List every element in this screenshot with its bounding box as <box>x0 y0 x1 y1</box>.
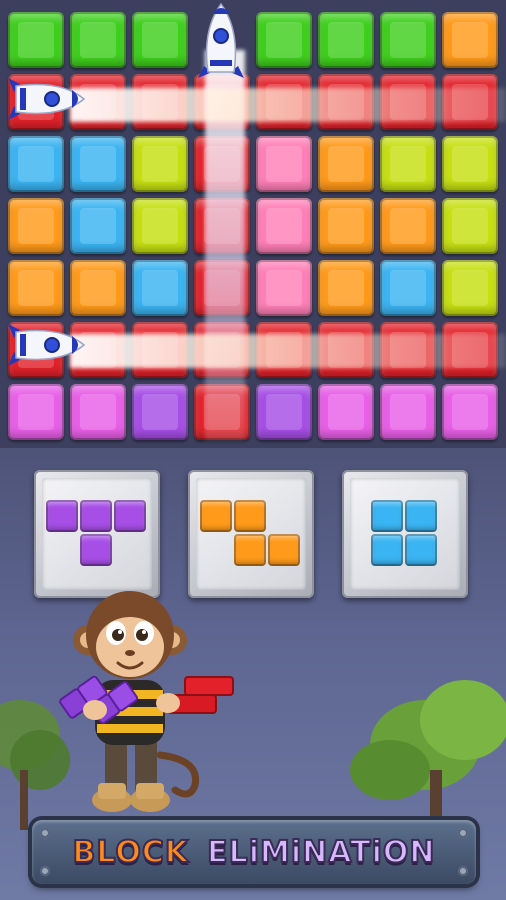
board-cell[interactable] <box>132 384 188 440</box>
board-cell[interactable] <box>194 322 250 378</box>
piece-t-purple-cell[interactable] <box>46 500 78 532</box>
piece-slot-3[interactable] <box>342 470 468 598</box>
bolt-icon <box>40 828 50 838</box>
board-cell[interactable] <box>380 12 436 68</box>
board-cell[interactable] <box>442 12 498 68</box>
board-cell[interactable] <box>8 198 64 254</box>
board-cell[interactable] <box>8 12 64 68</box>
board-cell[interactable] <box>132 136 188 192</box>
rocket-column-4 <box>198 2 244 78</box>
rocket-row-6 <box>8 324 86 366</box>
bolt-icon <box>458 828 468 838</box>
game-board[interactable] <box>0 0 506 448</box>
board-cell[interactable] <box>132 74 188 130</box>
piece-t-purple-cell[interactable] <box>114 500 146 532</box>
board-cell[interactable] <box>318 136 374 192</box>
board-cell[interactable] <box>256 260 312 316</box>
board-cell[interactable] <box>318 260 374 316</box>
board-cell[interactable] <box>256 74 312 130</box>
piece-square-blue-cell[interactable] <box>371 534 403 566</box>
board-cell[interactable] <box>194 384 250 440</box>
board-cell[interactable] <box>194 260 250 316</box>
board-cell[interactable] <box>318 12 374 68</box>
board-cell[interactable] <box>442 322 498 378</box>
piece-square-blue-cell[interactable] <box>405 500 437 532</box>
board-cell[interactable] <box>442 260 498 316</box>
board-cell[interactable] <box>70 198 126 254</box>
piece-z-orange-cell[interactable] <box>234 534 266 566</box>
board-cell[interactable] <box>8 260 64 316</box>
board-cell[interactable] <box>442 198 498 254</box>
board-cell[interactable] <box>380 136 436 192</box>
board-cell[interactable] <box>380 260 436 316</box>
board-cell[interactable] <box>256 198 312 254</box>
piece-z-orange-cell[interactable] <box>200 500 232 532</box>
board-cell[interactable] <box>380 198 436 254</box>
board-cell[interactable] <box>256 136 312 192</box>
piece-z-orange-cell[interactable] <box>268 534 300 566</box>
piece-z-orange-cell[interactable] <box>234 500 266 532</box>
board-cell[interactable] <box>194 136 250 192</box>
monkey-mascot-icon <box>59 591 234 812</box>
board-cell[interactable] <box>318 74 374 130</box>
title-banner: BLOCK ELiMiNATiON <box>32 820 476 884</box>
piece-square-blue-cell[interactable] <box>371 500 403 532</box>
piece-t-purple-cell[interactable] <box>80 500 112 532</box>
board-cell[interactable] <box>70 12 126 68</box>
board-cell[interactable] <box>70 260 126 316</box>
board-cell[interactable] <box>8 136 64 192</box>
rocket-row-2 <box>8 78 86 120</box>
board-cell[interactable] <box>442 384 498 440</box>
board-cell[interactable] <box>132 260 188 316</box>
piece-square-blue-cell[interactable] <box>405 534 437 566</box>
piece-t-purple-cell[interactable] <box>80 534 112 566</box>
bolt-icon <box>458 866 468 876</box>
board-cell[interactable] <box>380 74 436 130</box>
board-cell[interactable] <box>256 322 312 378</box>
board-cell[interactable] <box>442 74 498 130</box>
board-cell[interactable] <box>132 198 188 254</box>
board-cell[interactable] <box>256 384 312 440</box>
board-cell[interactable] <box>70 136 126 192</box>
board-cell[interactable] <box>8 384 64 440</box>
board-cell[interactable] <box>318 322 374 378</box>
board-cell[interactable] <box>318 384 374 440</box>
board-cell[interactable] <box>442 136 498 192</box>
title-word-block: BLOCK <box>71 834 190 871</box>
bolt-icon <box>40 866 50 876</box>
board-cell[interactable] <box>194 74 250 130</box>
board-cell[interactable] <box>132 322 188 378</box>
board-cell[interactable] <box>256 12 312 68</box>
title-word-elimination: ELiMiNATiON <box>206 834 436 871</box>
board-cell[interactable] <box>70 384 126 440</box>
board-cell[interactable] <box>132 12 188 68</box>
board-cell[interactable] <box>380 322 436 378</box>
board-cell[interactable] <box>380 384 436 440</box>
board-cell[interactable] <box>318 198 374 254</box>
board-cell[interactable] <box>194 198 250 254</box>
